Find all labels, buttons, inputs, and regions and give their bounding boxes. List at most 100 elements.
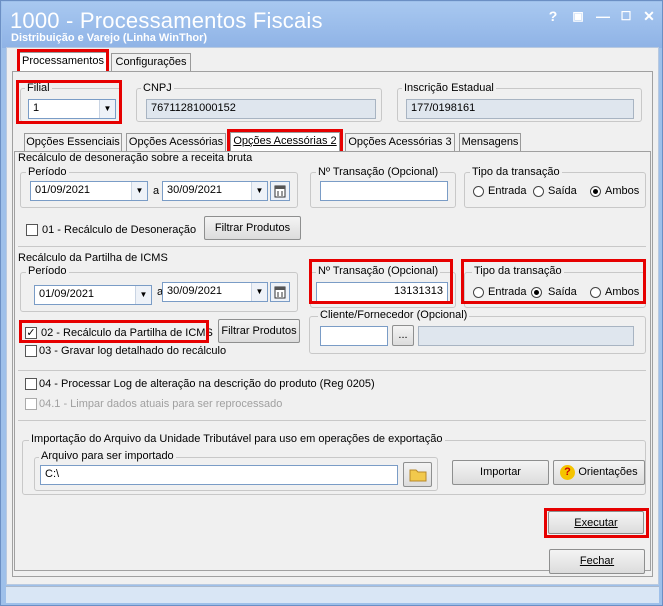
desoneracao-entrada-label: Entrada	[488, 185, 527, 197]
maximize-icon[interactable]: ☐	[617, 8, 635, 24]
tab-opcoes-acessorias-2[interactable]: Opções Acessórias 2	[230, 132, 340, 152]
status-bar	[6, 586, 659, 603]
arquivo-label: Arquivo para ser importado	[39, 450, 176, 462]
tab-opcoes-essenciais[interactable]: Opções Essenciais	[24, 133, 122, 151]
orientacoes-label: Orientações	[578, 466, 638, 478]
partilha-checkbox[interactable]: ✓	[25, 327, 37, 339]
chevron-down-icon[interactable]: ▼	[251, 182, 267, 200]
partilha-ambos-label: Ambos	[605, 286, 640, 298]
partilha-radio-entrada[interactable]	[473, 287, 484, 298]
partilha-radio-saida[interactable]	[531, 287, 542, 298]
log-sub-label: 04.1 - Limpar dados atuais para ser repr…	[39, 398, 283, 410]
desoneracao-title: Recálculo de desoneração sobre a receita…	[18, 152, 253, 164]
log-label: 04 - Processar Log de alteração na descr…	[39, 378, 375, 390]
partilha-entrada-label: Entrada	[488, 286, 527, 298]
tab-acessorias3-label: Opções Acessórias 3	[348, 136, 452, 148]
importacao-title: Importação do Arquivo da Unidade Tributá…	[29, 433, 445, 445]
log-checkbox[interactable]	[25, 378, 37, 390]
importacao-divider	[18, 420, 646, 421]
filial-label: Filial	[25, 82, 52, 94]
tab-mensagens-label: Mensagens	[461, 136, 519, 148]
cliente-search-button[interactable]: ...	[392, 325, 414, 346]
partilha-title: Recálculo da Partilha de ICMS	[18, 252, 168, 264]
desoneracao-transacao-label: Nº Transação (Opcional)	[316, 166, 441, 178]
desoneracao-date-from[interactable]: 01/09/2021 ▼	[30, 181, 148, 201]
desoneracao-a-label: a	[153, 185, 160, 197]
desoneracao-radio-saida[interactable]	[533, 186, 544, 197]
tab-processamentos-label: Processamentos	[22, 55, 104, 67]
partilha-transacao-label: Nº Transação (Opcional)	[316, 265, 441, 277]
partilha-date-to-value: 30/09/2021	[167, 285, 223, 297]
filial-select[interactable]: 1 ▼	[28, 99, 116, 119]
partilha-log-label: 03 - Gravar log detalhado do recálculo	[39, 345, 227, 357]
tab-acessorias-label: Opções Acessórias	[128, 136, 224, 148]
partilha-tipo-label: Tipo da transação	[472, 265, 564, 277]
desoneracao-date-from-value: 01/09/2021	[35, 184, 91, 196]
tab-opcoes-acessorias-3[interactable]: Opções Acessórias 3	[345, 133, 455, 151]
partilha-radio-ambos[interactable]	[590, 287, 601, 298]
acessorias2-page	[14, 151, 651, 571]
partilha-date-to[interactable]: 30/09/2021 ▼	[162, 282, 268, 302]
tab-acessorias2-label: Opções Acessórias 2	[233, 135, 337, 147]
inscricao-field: 177/0198161	[406, 99, 634, 119]
tab-opcoes-acessorias[interactable]: Opções Acessórias	[126, 133, 226, 151]
calendar-icon[interactable]	[270, 282, 290, 302]
inscricao-label: Inscrição Estadual	[402, 82, 496, 94]
desoneracao-filtrar-button[interactable]: Filtrar Produtos	[204, 216, 301, 240]
executar-label: Executar	[574, 517, 618, 529]
window-title: 1000 - Processamentos Fiscais	[10, 8, 323, 33]
folder-icon[interactable]	[403, 462, 432, 487]
desoneracao-transacao-input[interactable]	[320, 181, 448, 201]
desoneracao-ambos-label: Ambos	[605, 185, 640, 197]
help-icon[interactable]: ?	[544, 8, 562, 24]
fechar-button[interactable]: Fechar	[549, 549, 645, 574]
close-icon[interactable]: ✕	[640, 8, 658, 24]
log-divider	[18, 370, 646, 371]
importar-button[interactable]: Importar	[452, 460, 549, 485]
desoneracao-tipo-label: Tipo da transação	[470, 166, 562, 178]
tab-configuracoes[interactable]: Configurações	[111, 53, 191, 71]
calendar-icon[interactable]	[270, 181, 290, 201]
desoneracao-date-to-value: 30/09/2021	[167, 184, 223, 196]
chevron-down-icon[interactable]: ▼	[99, 100, 115, 118]
tab-processamentos[interactable]: Processamentos	[19, 52, 107, 72]
log-sub-checkbox[interactable]	[25, 398, 37, 410]
fechar-label: Fechar	[579, 555, 615, 567]
partilha-transacao-input[interactable]: 13131313	[316, 282, 448, 302]
tab-mensagens[interactable]: Mensagens	[459, 133, 521, 151]
tab-configuracoes-label: Configurações	[115, 56, 187, 68]
restore-icon[interactable]: ▣	[569, 8, 587, 24]
chevron-down-icon[interactable]: ▼	[135, 286, 151, 304]
partilha-date-from[interactable]: 01/09/2021 ▼	[34, 285, 152, 305]
arquivo-input[interactable]: C:\	[40, 465, 398, 485]
title-bar[interactable]: 1000 - Processamentos Fiscais Distribuiç…	[2, 2, 662, 48]
cnpj-field: 76711281000152	[146, 99, 376, 119]
filial-value: 1	[33, 102, 40, 114]
chevron-down-icon[interactable]: ▼	[131, 182, 147, 200]
desoneracao-saida-label: Saída	[548, 185, 577, 197]
window-subtitle: Distribuição e Varejo (Linha WinThor)	[11, 32, 208, 44]
partilha-log-checkbox[interactable]	[25, 345, 37, 357]
cliente-label: Cliente/Fornecedor (Opcional)	[318, 309, 470, 321]
desoneracao-checkbox[interactable]	[26, 224, 38, 236]
help-icon: ?	[560, 465, 575, 480]
cliente-code-input[interactable]	[320, 326, 388, 346]
desoneracao-date-to[interactable]: 30/09/2021 ▼	[162, 181, 268, 201]
executar-button[interactable]: Executar	[548, 511, 644, 534]
partilha-date-from-value: 01/09/2021	[39, 288, 95, 300]
desoneracao-checkbox-label: 01 - Recálculo de Desoneração	[42, 224, 197, 236]
desoneracao-periodo-label: Período	[26, 166, 69, 178]
minimize-icon[interactable]: —	[594, 8, 612, 24]
partilha-periodo-label: Período	[26, 265, 69, 277]
cliente-name-field	[418, 326, 634, 346]
desoneracao-radio-entrada[interactable]	[473, 186, 484, 197]
cnpj-label: CNPJ	[141, 82, 174, 94]
orientacoes-button[interactable]: ? Orientações	[553, 460, 645, 485]
partilha-filtrar-button[interactable]: Filtrar Produtos	[218, 319, 300, 343]
check-icon: ✓	[26, 327, 36, 339]
desoneracao-radio-ambos[interactable]	[590, 186, 601, 197]
tab-essenciais-label: Opções Essenciais	[26, 136, 120, 148]
partilha-saida-label: Saída	[548, 286, 577, 298]
partilha-checkbox-label: 02 - Recálculo da Partilha de ICMS	[41, 327, 213, 339]
chevron-down-icon[interactable]: ▼	[251, 283, 267, 301]
